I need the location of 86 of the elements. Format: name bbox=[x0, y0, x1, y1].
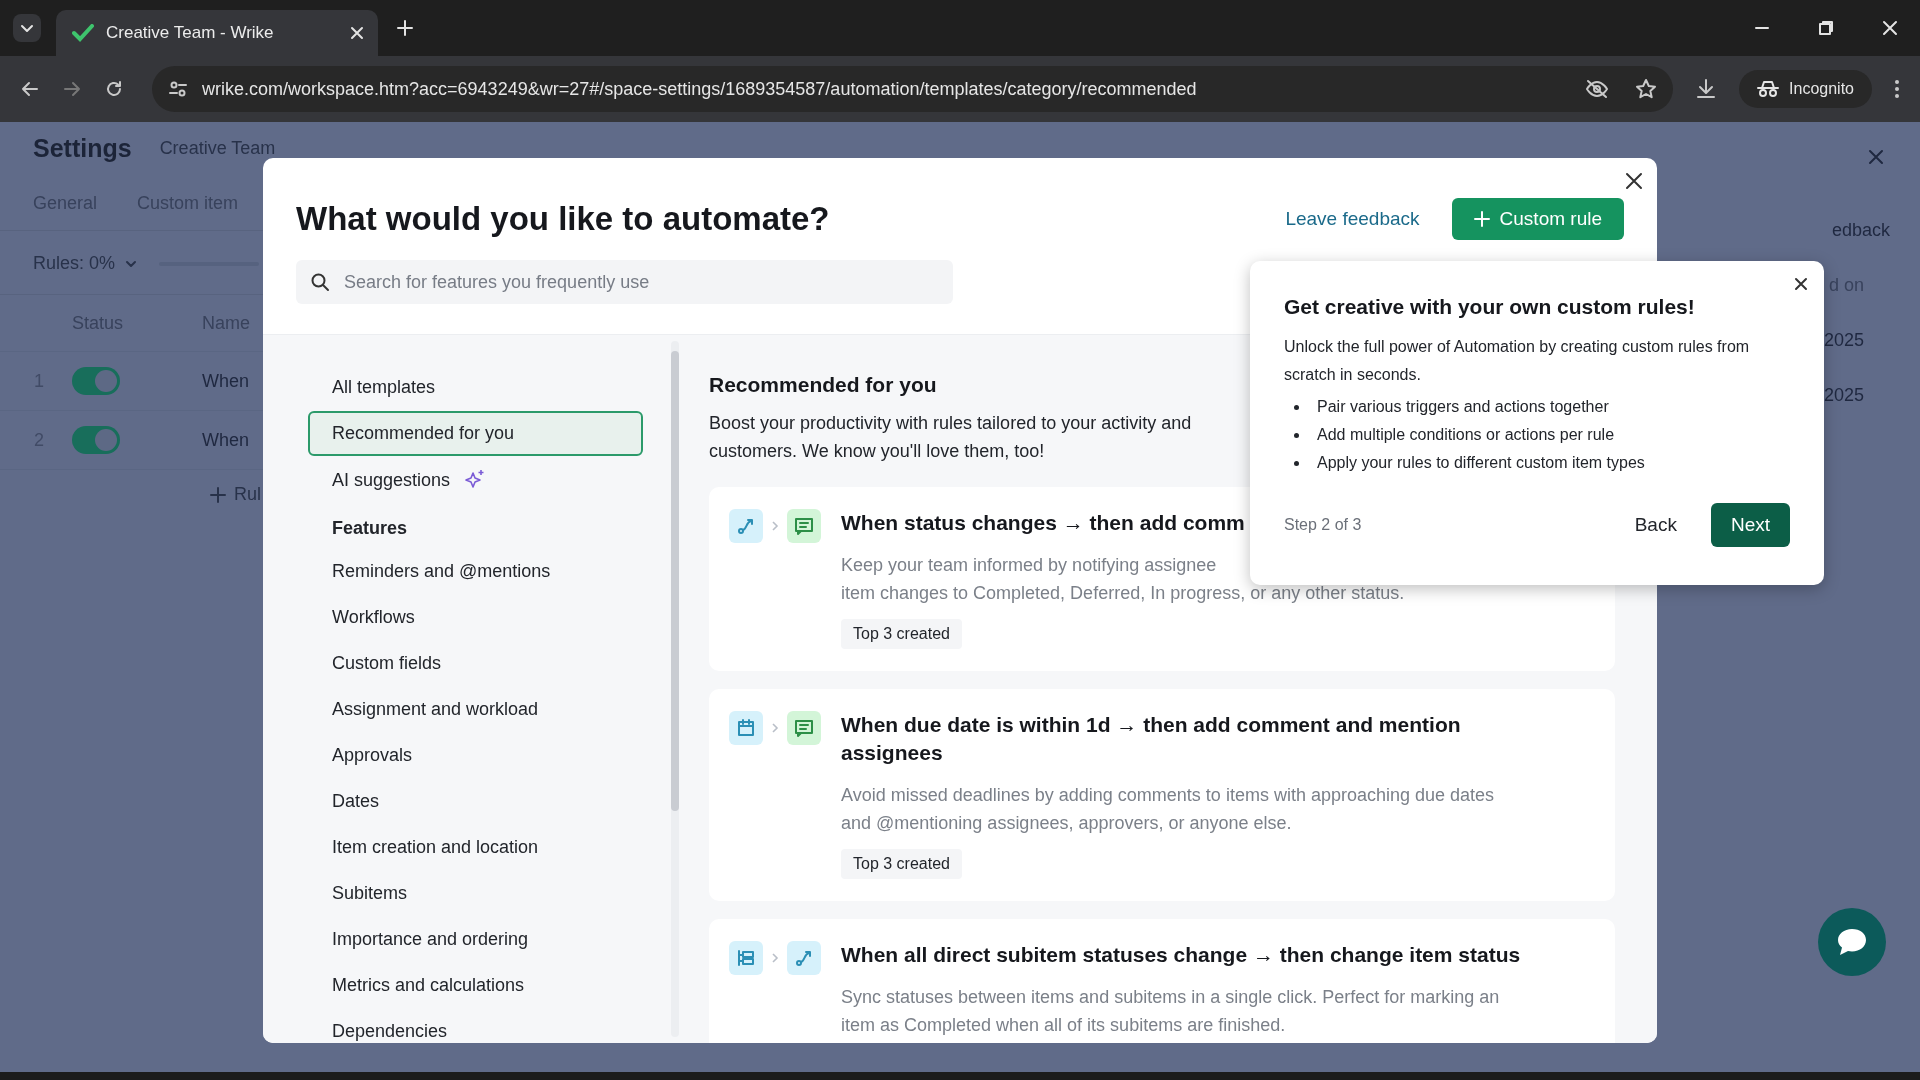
browser-tab[interactable]: Creative Team - Wrike bbox=[56, 10, 378, 56]
nav-item[interactable]: Custom fields bbox=[308, 641, 643, 686]
site-settings-icon[interactable] bbox=[168, 79, 188, 99]
tab-title: Creative Team - Wrike bbox=[106, 23, 275, 43]
chevron-right-icon bbox=[771, 722, 779, 734]
list-item: Apply your rules to different custom item types bbox=[1317, 453, 1645, 473]
bullet-icon bbox=[1294, 404, 1299, 410]
close-icon[interactable] bbox=[1625, 172, 1643, 190]
incognito-icon bbox=[1757, 80, 1780, 98]
custom-rule-button[interactable]: Custom rule bbox=[1451, 198, 1624, 240]
sparkle-icon bbox=[464, 469, 487, 491]
list-item: Add multiple conditions or actions per rule bbox=[1317, 425, 1615, 445]
popover-title: Get creative with your own custom rules! bbox=[1284, 295, 1696, 319]
url-text: wrike.com/workspace.htm?acc=6943249&wr=27#/space-settings/1689354587/automation/templates/category/recommended bbox=[202, 78, 1198, 100]
comment-icon bbox=[787, 711, 821, 745]
nav-item[interactable]: Assignment and workload bbox=[308, 687, 643, 732]
section-title: Recommended for you bbox=[709, 373, 937, 397]
tab-list-icon[interactable] bbox=[13, 14, 41, 42]
table-cell: 2025 bbox=[1823, 330, 1864, 351]
next-button[interactable]: Next bbox=[1710, 503, 1790, 547]
nav-item[interactable]: Metrics and calculations bbox=[308, 963, 643, 1008]
eye-off-icon[interactable] bbox=[1585, 79, 1610, 99]
scrollbar[interactable] bbox=[671, 341, 679, 1037]
card-description: Keep your team informed by notifying assignee item changes to Completed, Deferred, In progress, or any other status. bbox=[841, 554, 1406, 605]
nav-item[interactable]: Dependencies bbox=[308, 1009, 643, 1043]
address-bar[interactable]: wrike.com/workspace.htm?acc=6943249&wr=27#/space-settings/1689354587/automation/templates/category/recommended bbox=[152, 66, 1674, 112]
list-item: Pair various triggers and actions together bbox=[1317, 397, 1609, 417]
page-title: Settings bbox=[33, 134, 132, 163]
new-tab-icon[interactable] bbox=[396, 19, 414, 37]
section-heading: Features bbox=[331, 517, 409, 540]
search-field[interactable]: Search for features you frequently use bbox=[296, 260, 953, 304]
nav-item[interactable]: Approvals bbox=[308, 733, 643, 778]
chat-bubble-icon bbox=[1835, 927, 1869, 957]
nav-item[interactable]: Subitems bbox=[308, 871, 643, 916]
dialog-title: What would you like to automate? bbox=[296, 200, 830, 238]
popover-text: Unlock the full power of Automation by creating custom rules from scratch in seconds. bbox=[1284, 337, 1751, 385]
nav-item[interactable]: Dates bbox=[308, 779, 643, 824]
menu-icon[interactable] bbox=[1894, 79, 1900, 99]
calendar-icon bbox=[729, 711, 763, 745]
status-icon bbox=[787, 941, 821, 975]
nav-item[interactable]: Recommended for you bbox=[308, 411, 643, 456]
plus-icon bbox=[210, 486, 226, 503]
nav-item[interactable]: All templates bbox=[308, 365, 643, 410]
bullet-icon bbox=[1294, 460, 1299, 466]
incognito-badge[interactable]: Incognito bbox=[1739, 70, 1872, 108]
tag: Top 3 created bbox=[841, 849, 962, 879]
section-description: Boost your productivity with rules tailored to your activity and customers. We know you'll love them, too! bbox=[709, 412, 1192, 463]
nav-item[interactable]: Reminders and @mentions bbox=[308, 549, 643, 594]
chevron-right-icon bbox=[771, 520, 779, 532]
rule-name: When bbox=[202, 429, 251, 451]
forward-icon[interactable] bbox=[62, 79, 82, 99]
nav-item[interactable]: Workflows bbox=[308, 595, 643, 640]
back-icon[interactable] bbox=[20, 79, 40, 99]
download-icon[interactable] bbox=[1695, 78, 1718, 100]
chevron-right-icon bbox=[771, 952, 779, 964]
restore-icon[interactable] bbox=[1818, 20, 1834, 36]
incognito-label: Incognito bbox=[1789, 80, 1854, 98]
toggle-switch[interactable] bbox=[72, 367, 120, 395]
plus-icon bbox=[1473, 211, 1490, 227]
nav-item[interactable]: Importance and ordering bbox=[308, 917, 643, 962]
card-title: When status changes → then add comm bbox=[841, 510, 1245, 536]
step-counter: Step 2 of 3 bbox=[1284, 516, 1362, 534]
comment-icon bbox=[787, 509, 821, 543]
tag: Top 3 created bbox=[841, 619, 962, 649]
card-description: Avoid missed deadlines by adding comments to items with approaching due dates and @mentioning assignees, approvers, or anyone else. bbox=[841, 784, 1496, 835]
card-title: When all direct subitem statuses change → then change item status bbox=[841, 942, 1521, 968]
toggle-switch[interactable] bbox=[72, 426, 120, 454]
bullet-icon bbox=[1294, 432, 1299, 438]
rules-label: Rules: 0% bbox=[33, 253, 116, 274]
space-name: Creative Team bbox=[159, 138, 276, 159]
card-description: Sync statuses between items and subitems in a single click. Perfect for marking an item as Completed when all of its subitems are finished. bbox=[841, 986, 1501, 1037]
search-icon bbox=[310, 272, 330, 292]
nav-item[interactable]: AI suggestions bbox=[308, 457, 643, 503]
feedback-link[interactable]: Leave feedback bbox=[1285, 208, 1420, 230]
card-title: When due date is within 1d → then add comment and mention assignees bbox=[841, 712, 1462, 766]
star-icon[interactable] bbox=[1635, 78, 1658, 100]
table-cell: 2025 bbox=[1823, 385, 1864, 406]
subitems-icon bbox=[729, 941, 763, 975]
rule-name: When bbox=[202, 370, 251, 392]
status-icon bbox=[729, 509, 763, 543]
back-button[interactable]: Back bbox=[1630, 506, 1681, 544]
reload-icon[interactable] bbox=[104, 79, 124, 99]
template-card[interactable] bbox=[709, 919, 1615, 1043]
close-icon[interactable] bbox=[1794, 277, 1808, 291]
checkmark-icon bbox=[72, 24, 94, 42]
nav-item[interactable]: Item creation and location bbox=[308, 825, 643, 870]
